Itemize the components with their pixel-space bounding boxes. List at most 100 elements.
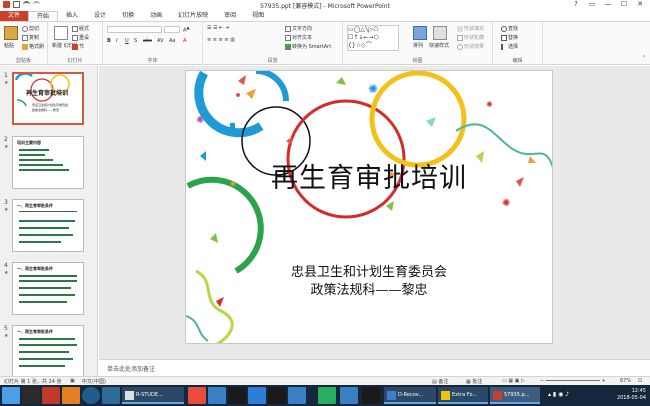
maximize-button[interactable]: ☐	[616, 0, 632, 9]
slide-thumbnail-pane[interactable]: 1 ★ 再生育审批培训 忠县卫生和计划生育委员会 政策法规科——黎忠 2 ★ 培…	[0, 66, 98, 376]
app-icon-terminal[interactable]	[228, 387, 246, 404]
text-line	[19, 358, 73, 360]
collapse-ribbon-icon[interactable]: ⌃	[642, 55, 646, 61]
system-clock[interactable]: 12:45 2018-05-04	[617, 388, 646, 402]
text-line	[19, 241, 61, 243]
tab-transitions[interactable]: 切换	[114, 11, 142, 21]
tab-file[interactable]: 文件	[0, 11, 29, 21]
app-icon-media[interactable]	[42, 387, 60, 404]
tab-view[interactable]: 视图	[244, 11, 272, 21]
grow-font-icon[interactable]: A▲	[183, 25, 190, 34]
strikethrough-button[interactable]: abc	[143, 38, 152, 44]
italic-button[interactable]: I	[116, 38, 117, 44]
taskbar-app-r-studio[interactable]: R-STUDE...	[122, 387, 184, 404]
slide-subtitle-line-2[interactable]: 政策法规科——黎忠	[186, 279, 552, 298]
arrange-icon[interactable]	[413, 26, 427, 40]
change-case-button[interactable]: Aa	[169, 38, 175, 44]
minimize-button[interactable]: —	[600, 0, 616, 9]
section-button[interactable]: 节	[72, 43, 84, 50]
char-spacing-button[interactable]: AV	[157, 38, 164, 44]
slide-subtitle-line-1[interactable]: 忠县卫生和计划生育委员会	[186, 261, 552, 280]
spelling-icon[interactable]: ▣	[70, 378, 75, 384]
zoom-slider[interactable]: − +	[540, 378, 606, 384]
select-button[interactable]: 选择	[501, 43, 518, 50]
view-buttons[interactable]: ▭ ▦ ▣ ▷	[502, 378, 525, 384]
shape-fill-button[interactable]: 形状填充	[457, 25, 484, 32]
paste-icon[interactable]	[4, 26, 18, 40]
font-color-button[interactable]: A	[183, 38, 186, 44]
paste-button[interactable]: 粘贴	[4, 42, 14, 49]
taskbar-app-d-recovery[interactable]: D-Recov...	[384, 387, 436, 404]
tab-insert[interactable]: 插入	[58, 11, 86, 21]
thumbnail-slide-3[interactable]: 一、再生育审批条件	[12, 199, 84, 252]
notes-pane[interactable]: 单击此处添加备注	[99, 359, 650, 376]
app-icon-red-cross[interactable]	[188, 387, 206, 404]
font-size-select[interactable]	[164, 26, 180, 33]
thumbnail-slide-2[interactable]: 培训主要内容	[12, 136, 84, 189]
thumbnail-slide-1[interactable]: 再生育审批培训 忠县卫生和计划生育委员会 政策法规科——黎忠	[12, 72, 84, 125]
app-icon-green-cross[interactable]	[318, 387, 336, 404]
text-line	[19, 220, 75, 222]
app-icon-dark-2[interactable]	[362, 387, 380, 404]
text-direction-button[interactable]: 文字方向	[285, 25, 312, 32]
reset-button[interactable]: 重设	[72, 34, 89, 41]
tab-slideshow[interactable]: 幻灯片放映	[170, 11, 216, 21]
text-line	[19, 344, 77, 346]
current-slide[interactable]: ✺ ✺ ✺ ✺ ✺ 再生育审批培训 忠县卫生和计划生育委员会 政策法规科——黎忠	[185, 70, 553, 344]
font-family-select[interactable]	[107, 26, 162, 33]
app-icon-dark[interactable]	[268, 387, 286, 404]
thumbnail-slide-4[interactable]: 一、再生育审批条件	[12, 262, 84, 315]
copy-button[interactable]: 复制	[22, 34, 39, 41]
replace-button[interactable]: 替换	[501, 34, 518, 41]
tab-home[interactable]: 开始	[28, 11, 59, 21]
tab-animations[interactable]: 动画	[142, 11, 170, 21]
app-icon-download[interactable]	[248, 387, 266, 404]
app-icon-browser[interactable]	[82, 387, 100, 404]
taskbar-app-powerpoint[interactable]: 57935.p...	[490, 387, 540, 404]
format-painter-button[interactable]: 格式刷	[22, 43, 44, 50]
shapes-gallery[interactable]: ▭◯△╲▷⬠ ☐↑↓←→⬡ {}☆◇⌒	[347, 25, 399, 51]
quick-styles-button[interactable]: 快速样式	[429, 42, 449, 49]
new-slide-icon[interactable]	[54, 26, 68, 40]
notes-toggle[interactable]: ▤ 备注	[432, 378, 448, 385]
bold-button[interactable]: B	[107, 38, 111, 44]
close-button[interactable]: ✕	[632, 0, 648, 9]
shape-outline-button[interactable]: 形状轮廓	[457, 34, 484, 41]
fit-slide-icon[interactable]: ⊡	[638, 378, 642, 384]
taskbar-app-extra-fo[interactable]: Extra Fo...	[438, 387, 488, 404]
slide-editing-area[interactable]: ✺ ✺ ✺ ✺ ✺ 再生育审批培训 忠县卫生和计划生育委员会 政策法规科——黎忠	[99, 66, 650, 359]
underline-button[interactable]: U	[125, 38, 129, 44]
thumbnail-slide-5[interactable]: 一、再生育审批条件	[12, 325, 84, 376]
slide-title[interactable]: 再生育审批培训	[186, 156, 552, 195]
help-button[interactable]: ?	[568, 0, 584, 9]
comments-toggle[interactable]: ▦ 批注	[466, 378, 482, 385]
replace-label: 替换	[508, 35, 519, 41]
find-button[interactable]: 查找	[501, 25, 518, 32]
layout-button[interactable]: 版式	[72, 25, 89, 32]
font-group: A▲ B I U S abc AV Aa A 字体	[103, 22, 203, 65]
app-icon-mail[interactable]	[102, 387, 120, 404]
quick-styles-icon[interactable]	[433, 26, 447, 40]
app-icon-shield[interactable]	[288, 387, 306, 404]
cut-button[interactable]: 剪切	[22, 25, 39, 32]
shadow-button[interactable]: S	[134, 38, 137, 44]
zoom-level[interactable]: 67%	[620, 378, 631, 384]
tray-icons[interactable]: ▴ ▮ ◉ ♪	[548, 391, 569, 398]
align-text-button[interactable]: 对齐文本	[285, 34, 312, 41]
ribbon-display-button[interactable]: ▭	[584, 0, 600, 9]
smartart-button[interactable]: 转换为 SmartArt	[285, 43, 331, 50]
notes-placeholder[interactable]: 单击此处添加备注	[107, 364, 155, 373]
language-indicator[interactable]: 中文(中国)	[82, 378, 106, 385]
app-icon-bird[interactable]	[340, 387, 358, 404]
tab-design[interactable]: 设计	[86, 11, 114, 21]
app-icon-flame[interactable]	[62, 387, 80, 404]
shape-effects-button[interactable]: 形状效果	[457, 43, 484, 50]
effects-icon	[457, 43, 463, 50]
align-icons[interactable]: ≡ ≡ ≡ ≡ ▥	[207, 37, 235, 43]
bullets-icon[interactable]: ☰ ☰ ⇤ ⇥	[207, 25, 229, 31]
app-icon-task-view[interactable]	[22, 387, 40, 404]
app-icon-blue[interactable]	[208, 387, 226, 404]
tab-review[interactable]: 审阅	[216, 11, 244, 21]
start-button[interactable]	[2, 387, 20, 404]
arrange-button[interactable]: 排列	[413, 42, 423, 49]
